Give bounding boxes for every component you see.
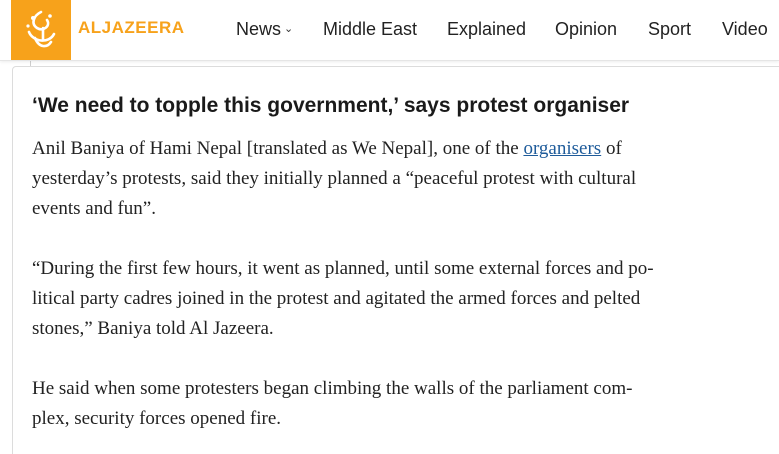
paragraph-text: plex, security forces opened fire.: [32, 408, 282, 429]
post-paragraph-2: “During the first few hours, it went as …: [32, 254, 767, 344]
paragraph-text: events and fun”.: [32, 198, 156, 219]
nav-item-news[interactable]: News ⌄: [236, 19, 293, 40]
organisers-link[interactable]: organisers: [523, 138, 601, 159]
aljazeera-logo-icon[interactable]: [11, 0, 71, 60]
paragraph-text: “During the first few hours, it went as …: [32, 258, 654, 279]
post-paragraph-3: He said when some protesters began climb…: [32, 374, 767, 434]
nav-item-explained[interactable]: Explained: [447, 19, 526, 40]
nav-item-video[interactable]: Video: [722, 19, 768, 40]
nav-item-sport[interactable]: Sport: [648, 19, 691, 40]
nav-item-middle-east[interactable]: Middle East: [323, 19, 417, 40]
paragraph-text: litical party cadres joined in the prote…: [32, 288, 641, 309]
paragraph-text: yesterday’s protests, said they initiall…: [32, 168, 637, 189]
paragraph-text: He said when some protesters began climb…: [32, 378, 633, 399]
paragraph-text: of: [601, 138, 622, 159]
chevron-down-icon: ⌄: [284, 23, 294, 35]
site-header: ALJAZEERA News ⌄ Middle East Explained Op…: [0, 0, 779, 61]
nav-item-opinion[interactable]: Opinion: [555, 19, 617, 40]
logo-wordmark[interactable]: ALJAZEERA: [78, 18, 185, 38]
calligraphy-logo-icon: [26, 10, 56, 48]
post-headline: ‘We need to topple this government,’ say…: [32, 94, 630, 117]
nav-item-label: News: [236, 19, 282, 39]
post-paragraph-1: Anil Baniya of Hami Nepal [translated as…: [32, 134, 767, 224]
paragraph-text: stones,” Baniya told Al Jazeera.: [32, 318, 274, 339]
paragraph-text: Anil Baniya of Hami Nepal [translated as…: [32, 138, 524, 159]
